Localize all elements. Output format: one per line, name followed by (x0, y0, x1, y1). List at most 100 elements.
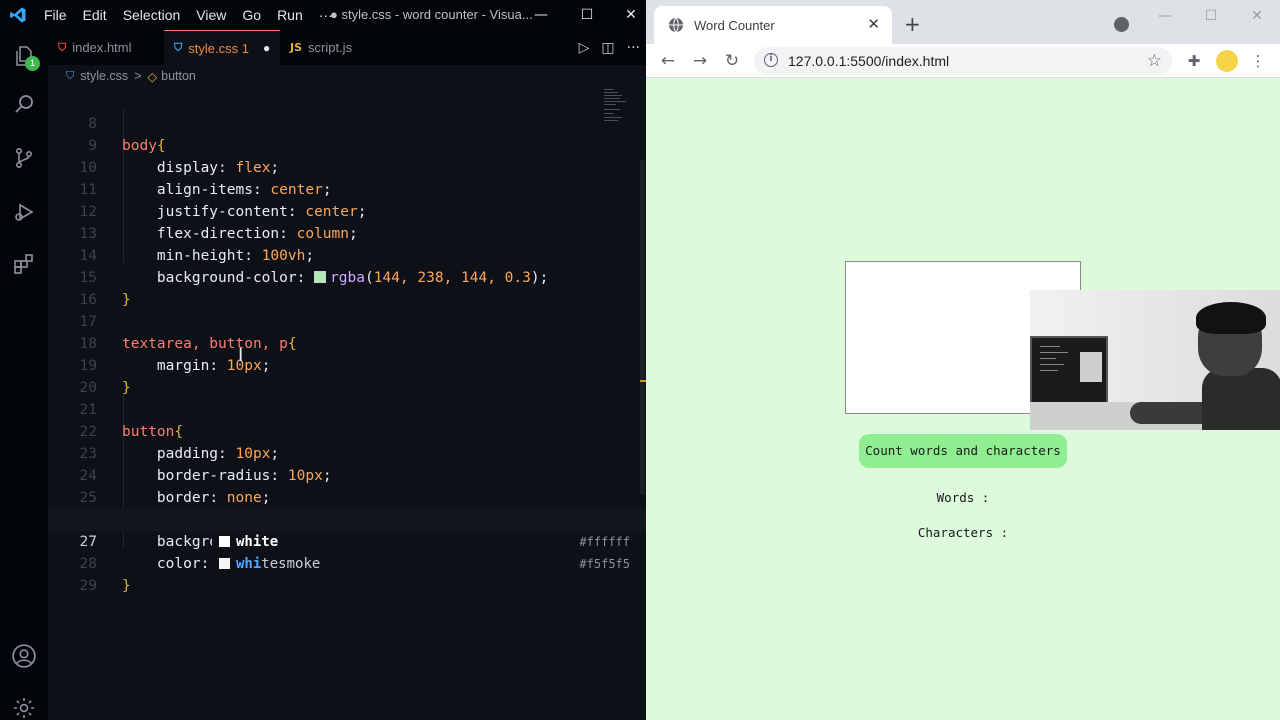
css-file-icon: ⛉ (174, 41, 183, 54)
code-line: 19 } (48, 333, 646, 396)
menu-file[interactable]: File (36, 0, 75, 30)
suggestion-match: whi (236, 534, 262, 550)
count-button[interactable]: Count words and characters (859, 434, 1067, 468)
code-line: 8 body{ (48, 91, 646, 154)
code-line: 20 (48, 355, 646, 396)
menu-view[interactable]: View (188, 0, 234, 30)
extensions-icon[interactable] (0, 240, 48, 288)
css-file-icon: ⛉ (66, 69, 75, 82)
browser-tab[interactable]: Word Counter ✕ (654, 6, 892, 44)
split-editor-icon[interactable]: ◫ (601, 40, 614, 56)
code-editor[interactable]: 8 body{ 9 display: flex; 10 align-items:… (48, 87, 646, 720)
code-line: 12 flex-direction: column; (48, 179, 646, 242)
vscode-logo-icon (0, 0, 36, 30)
browser-menu-icon[interactable]: ⋮ (1248, 51, 1268, 71)
breadcrumb-separator: > (134, 69, 142, 83)
characters-count-label: Characters : (917, 525, 1009, 540)
code-line: 13 min-height: 100vh; (48, 201, 646, 264)
minimize-button[interactable]: — (518, 0, 564, 30)
webcam-monitor (1030, 336, 1108, 410)
code-line: 18 margin: 10px; (48, 311, 646, 374)
explorer-icon[interactable]: 1 (0, 32, 48, 80)
webcam-overlay (1030, 290, 1280, 430)
new-tab-button[interactable]: + (904, 12, 921, 36)
globe-icon (669, 17, 683, 33)
maximize-button[interactable]: ☐ (564, 0, 610, 30)
browser-maximize-button[interactable]: ☐ (1188, 4, 1234, 28)
extensions-puzzle-icon[interactable]: ✚ (1184, 51, 1204, 71)
suggestion-detail: #f5f5f5 (579, 557, 630, 571)
line-number: 29 (79, 578, 97, 594)
menu-edit[interactable]: Edit (75, 0, 115, 30)
breadcrumb-file[interactable]: style.css (80, 69, 128, 83)
vscode-window: File Edit Selection View Go Run ··· ● st… (0, 0, 646, 720)
vertical-scrollbar[interactable] (640, 160, 645, 495)
menu-selection[interactable]: Selection (115, 0, 189, 30)
minimap[interactable] (604, 87, 638, 127)
modified-dot-icon[interactable]: ● (263, 41, 270, 55)
current-code-line: 27 color: whi; (48, 509, 646, 572)
menu-run[interactable]: Run (269, 0, 311, 30)
autocomplete-suggestions: white #ffffff whitesmoke #f5f5f5 (212, 531, 634, 575)
code-line: 17 textarea, button, p{ (48, 289, 646, 352)
address-url: 127.0.0.1:5500/index.html (788, 53, 950, 69)
editor-actions: ▷ ◫ ··· (579, 30, 640, 65)
code-line: 21 button{ (48, 377, 646, 440)
color-swatch-icon (219, 536, 230, 547)
tab-search-icon[interactable] (1114, 17, 1129, 32)
code-line: 25 outline: none; (48, 465, 646, 528)
tab-style-css[interactable]: ⛉ style.css 1 ● (164, 30, 280, 65)
address-bar[interactable]: i 127.0.0.1:5500/index.html ☆ (754, 47, 1172, 75)
code-line: 16 (48, 267, 646, 308)
mouse-ibeam-icon: I (238, 345, 244, 366)
browser-close-button[interactable]: ✕ (1234, 4, 1280, 28)
breadcrumb: ⛉ style.css > ◇ button (48, 65, 646, 87)
tab-index-html[interactable]: ⛉ index.html (48, 30, 162, 65)
browser-toolbar: ← → ↻ i 127.0.0.1:5500/index.html ☆ ✚ ⋮ (646, 44, 1280, 78)
vscode-titlebar: File Edit Selection View Go Run ··· ● st… (0, 0, 646, 30)
bookmark-star-icon[interactable]: ☆ (1147, 51, 1162, 71)
suggestion-item[interactable]: whitesmoke #f5f5f5 (212, 553, 634, 575)
color-swatch-icon (219, 558, 230, 569)
code-line: 11 justify-content: center; (48, 157, 646, 220)
account-icon[interactable] (0, 632, 48, 680)
browser-tab-title: Word Counter (694, 17, 775, 33)
editor-tabs: ⛉ index.html ⛉ style.css 1 ● JS script.j… (48, 30, 646, 65)
window-title: ● style.css - word counter - Visua... (330, 7, 533, 22)
tab-close-icon[interactable]: ✕ (867, 15, 880, 33)
suggestion-rest: te (261, 534, 279, 550)
code-line: 23 border-radius: 10px; (48, 421, 646, 484)
code-line: 26 background-color: lightgreen; (48, 487, 646, 550)
code-line: 10 align-items: center; (48, 135, 646, 198)
reload-icon[interactable]: ↻ (722, 51, 742, 71)
html-file-icon: ⛉ (58, 40, 67, 54)
browser-window: Word Counter ✕ + — ☐ ✕ ← → ↻ i 127.0.0.1… (646, 0, 1280, 720)
forward-arrow-icon[interactable]: → (690, 51, 710, 71)
tab-label: index.html (72, 40, 132, 55)
tab-script-js[interactable]: JS script.js (280, 30, 390, 65)
menu-go[interactable]: Go (234, 0, 269, 30)
js-file-icon: JS (290, 41, 303, 54)
breadcrumb-symbol[interactable]: button (161, 69, 196, 83)
source-control-icon[interactable] (0, 134, 48, 182)
tab-label: script.js (308, 40, 353, 55)
back-arrow-icon[interactable]: ← (658, 51, 678, 71)
more-actions-icon[interactable]: ··· (627, 40, 640, 56)
symbol-icon: ◇ (147, 69, 158, 84)
words-count-label: Words : (936, 490, 990, 505)
run-debug-icon[interactable] (0, 188, 48, 236)
run-play-icon[interactable]: ▷ (579, 40, 590, 56)
profile-avatar[interactable] (1216, 50, 1238, 72)
code-line: 22 padding: 10px; (48, 399, 646, 462)
code-line: 9 display: flex; (48, 113, 646, 176)
search-icon[interactable] (0, 80, 48, 128)
scm-badge: 1 (25, 56, 40, 71)
site-info-icon[interactable]: i (764, 53, 778, 67)
code-line: 15 } (48, 245, 646, 308)
code-line: 24 border: none; (48, 443, 646, 506)
tab-label: style.css 1 (188, 40, 249, 56)
browser-minimize-button[interactable]: — (1142, 4, 1188, 28)
suggestion-rest: tesmoke (261, 556, 321, 572)
settings-gear-icon[interactable] (0, 684, 48, 720)
suggestion-item[interactable]: white #ffffff (212, 531, 634, 553)
